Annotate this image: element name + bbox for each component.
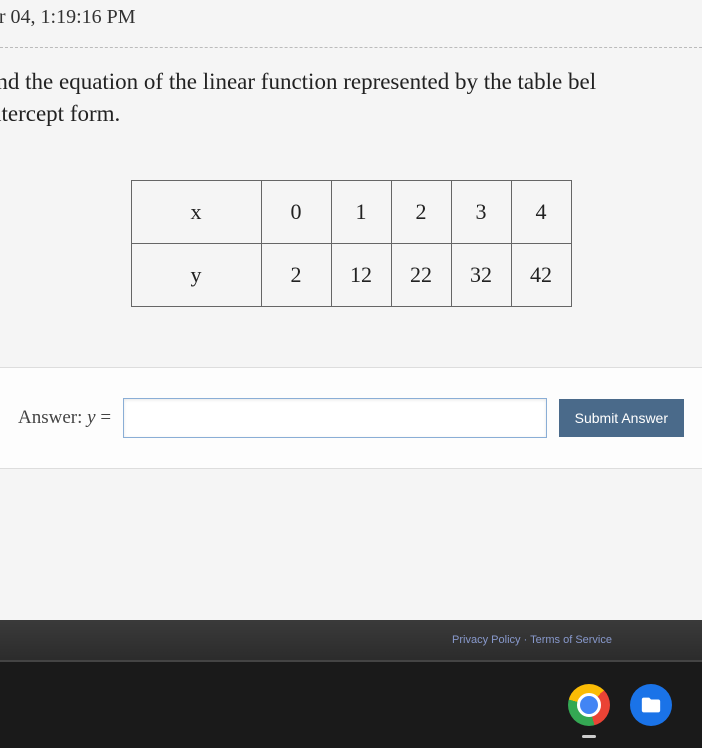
timestamp: ar 04, 1:19:16 PM xyxy=(0,0,702,39)
x-val-4: 4 xyxy=(511,181,571,244)
taskbar: Privacy Policy · Terms of Service xyxy=(0,660,702,748)
answer-equals: = xyxy=(96,407,111,428)
x-header: x xyxy=(131,181,261,244)
y-val-3: 32 xyxy=(451,244,511,307)
files-icon[interactable] xyxy=(630,684,672,726)
answer-prefix: Answer: xyxy=(18,407,87,428)
y-val-0: 2 xyxy=(261,244,331,307)
submit-button[interactable]: Submit Answer xyxy=(559,399,684,437)
answer-variable: y xyxy=(87,407,95,428)
footer-text: Privacy Policy · Terms of Service xyxy=(452,634,612,646)
answer-label: Answer: y = xyxy=(18,407,111,429)
active-indicator xyxy=(582,735,596,738)
table-row: x 0 1 2 3 4 xyxy=(131,181,571,244)
folder-icon xyxy=(640,694,662,716)
x-val-0: 0 xyxy=(261,181,331,244)
x-val-1: 1 xyxy=(331,181,391,244)
data-table: x 0 1 2 3 4 y 2 12 22 32 42 xyxy=(131,180,572,307)
y-val-4: 42 xyxy=(511,244,571,307)
answer-section: Answer: y = Submit Answer xyxy=(0,367,702,469)
question-text: ind the equation of the linear function … xyxy=(0,66,702,130)
chrome-icon[interactable] xyxy=(568,684,610,726)
y-header: y xyxy=(131,244,261,307)
question-line-2: ntercept form. xyxy=(0,101,120,126)
data-table-container: x 0 1 2 3 4 y 2 12 22 32 42 xyxy=(0,180,702,307)
y-val-2: 22 xyxy=(391,244,451,307)
divider xyxy=(0,47,702,48)
y-val-1: 12 xyxy=(331,244,391,307)
x-val-2: 2 xyxy=(391,181,451,244)
question-line-1: ind the equation of the linear function … xyxy=(0,69,596,94)
table-row: y 2 12 22 32 42 xyxy=(131,244,571,307)
x-val-3: 3 xyxy=(451,181,511,244)
answer-input[interactable] xyxy=(123,398,547,438)
